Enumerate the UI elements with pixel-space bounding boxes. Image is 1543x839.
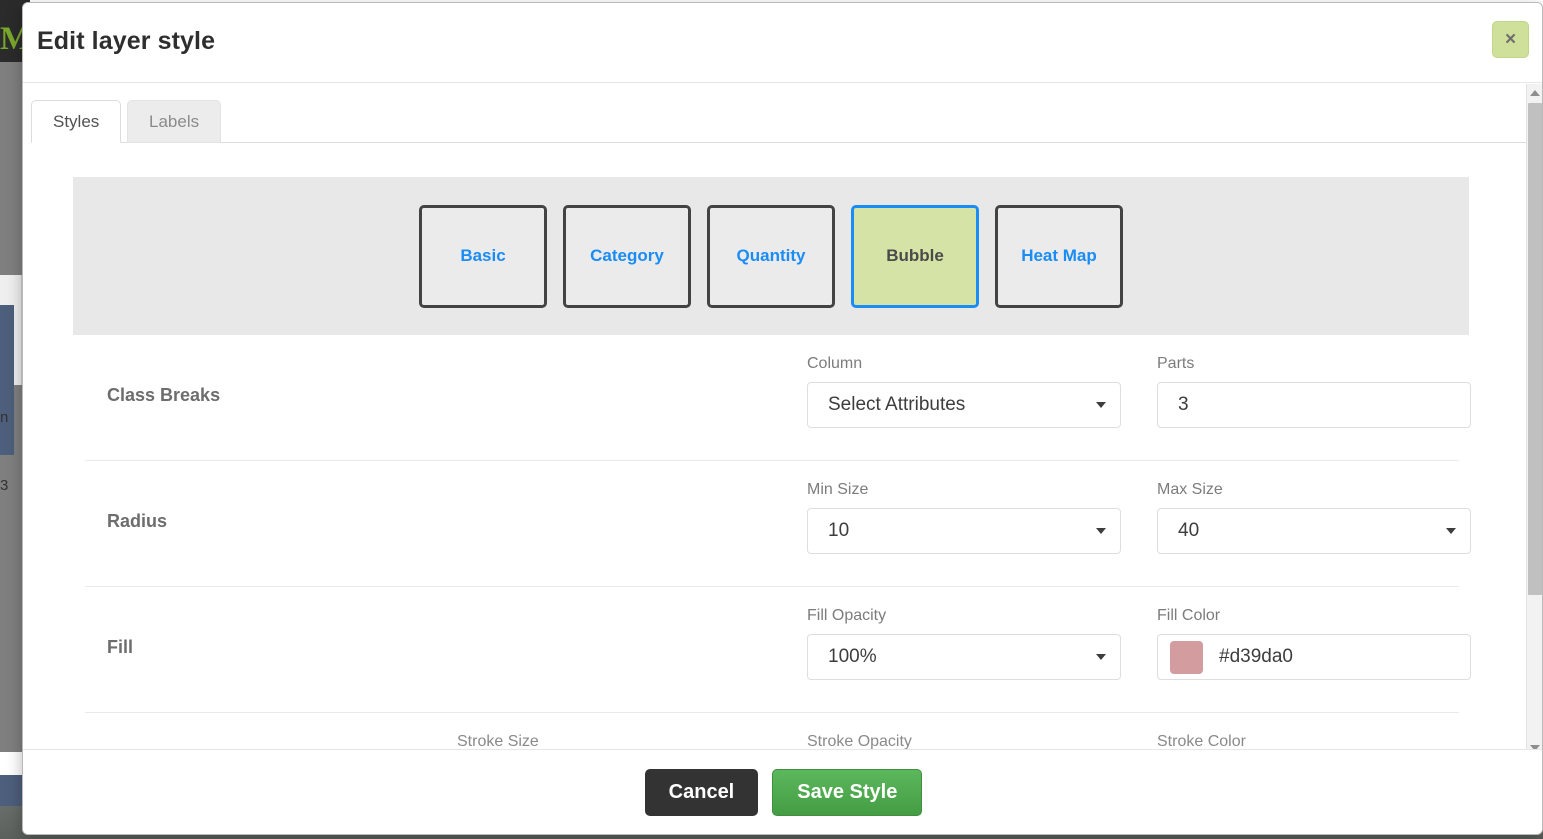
field-min-size: Min Size 10 (807, 481, 1121, 554)
row-fill: Fill Fill Opacity 100% Fill Color #d39da… (85, 587, 1471, 713)
max-size-select[interactable]: 40 (1157, 508, 1471, 554)
section-label-class-breaks: Class Breaks (107, 385, 221, 405)
dialog-footer: Cancel Save Style (23, 749, 1542, 834)
fill-opacity-select-value: 100% (828, 646, 877, 667)
column-select[interactable]: Select Attributes (807, 382, 1121, 428)
label-max-size: Max Size (1157, 481, 1223, 498)
fill-color-value: #d39da0 (1219, 646, 1293, 667)
label-fill-color: Fill Color (1157, 607, 1221, 624)
section-label-fill: Fill (107, 637, 133, 657)
label-column: Column (807, 355, 863, 372)
column-select-value: Select Attributes (828, 394, 966, 415)
save-style-button[interactable]: Save Style (772, 768, 923, 816)
style-type-heat-map[interactable]: Heat Map (995, 204, 1123, 308)
field-column: Column Select Attributes (807, 355, 1121, 428)
style-type-bubble[interactable]: Bubble (851, 204, 979, 308)
parts-input-value: 3 (1178, 394, 1189, 415)
dialog-body: Styles Labels Basic Category Quantity Bu… (23, 84, 1542, 756)
style-type-quantity[interactable]: Quantity (707, 204, 835, 308)
background-blue-strip (0, 305, 14, 455)
chevron-down-icon (1096, 402, 1106, 408)
field-fill-opacity: Fill Opacity 100% (807, 607, 1121, 680)
scrollbar-thumb[interactable] (1528, 103, 1542, 595)
label-parts: Parts (1157, 355, 1195, 372)
vertical-scrollbar[interactable] (1526, 84, 1542, 756)
min-size-select[interactable]: 10 (807, 508, 1121, 554)
section-label-radius: Radius (107, 511, 168, 531)
cancel-button[interactable]: Cancel (644, 768, 759, 816)
field-parts: Parts 3 (1157, 355, 1471, 428)
parts-input[interactable]: 3 (1157, 382, 1471, 428)
row-radius: Radius Min Size 10 Max Size 40 (85, 461, 1471, 587)
tab-bar: Styles Labels (31, 100, 1528, 143)
chevron-down-icon (1446, 528, 1456, 534)
fill-color-input[interactable]: #d39da0 (1157, 634, 1471, 680)
color-swatch[interactable] (1170, 640, 1203, 674)
style-type-selector: Basic Category Quantity Bubble Heat Map (73, 177, 1469, 335)
label-min-size: Min Size (807, 481, 869, 498)
dialog-header: Edit layer style × (23, 3, 1542, 83)
page-title: Edit layer style (37, 27, 216, 55)
close-icon: × (1504, 29, 1517, 50)
field-fill-color: Fill Color #d39da0 (1157, 607, 1471, 680)
fill-opacity-select[interactable]: 100% (807, 634, 1121, 680)
edit-layer-style-dialog: Edit layer style × Styles Labels Basic C… (22, 2, 1543, 835)
max-size-select-value: 40 (1178, 520, 1200, 541)
chevron-down-icon (1096, 528, 1106, 534)
tab-labels[interactable]: Labels (127, 100, 222, 143)
label-fill-opacity: Fill Opacity (807, 607, 887, 624)
triangle-up-icon (1530, 89, 1540, 96)
scroll-up-arrow[interactable] (1527, 84, 1542, 101)
field-max-size: Max Size 40 (1157, 481, 1471, 554)
close-button[interactable]: × (1492, 21, 1529, 58)
row-class-breaks: Class Breaks Column Select Attributes Pa… (85, 335, 1471, 461)
style-type-category[interactable]: Category (563, 204, 691, 308)
min-size-select-value: 10 (828, 520, 850, 541)
tab-styles[interactable]: Styles (31, 100, 122, 143)
style-type-basic[interactable]: Basic (419, 204, 547, 308)
chevron-down-icon (1096, 654, 1106, 660)
